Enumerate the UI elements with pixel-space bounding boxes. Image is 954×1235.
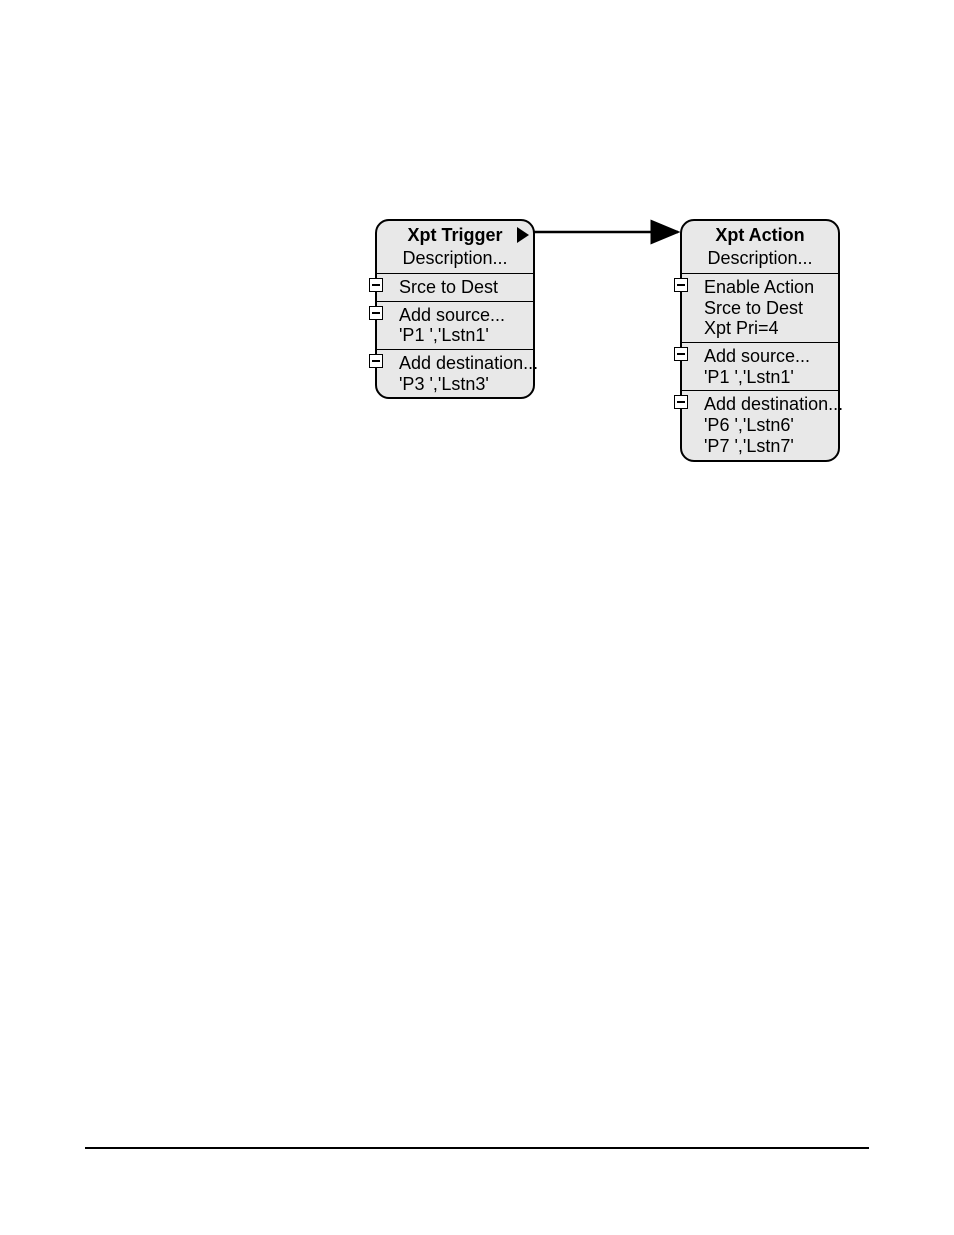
section-line: Xpt Pri=4 [704,318,832,339]
section-header: Add source... [399,305,527,326]
trigger-title-text: Xpt Trigger [407,225,502,245]
connector-arrow [0,0,954,1235]
collapse-toggle-icon[interactable] [674,347,688,361]
action-section-add-source[interactable]: Add source... 'P1 ','Lstn1' [682,342,838,390]
node-title: Xpt Trigger [377,221,533,248]
section-item: 'P1 ','Lstn1' [704,367,832,388]
trigger-section-add-source[interactable]: Add source... 'P1 ','Lstn1' [377,301,533,349]
section-item: 'P7 ','Lstn7' [704,436,832,457]
collapse-toggle-icon[interactable] [674,278,688,292]
footer-divider [85,1147,869,1149]
collapse-toggle-icon[interactable] [369,306,383,320]
xpt-action-node[interactable]: Xpt Action Description... Enable Action … [680,219,840,462]
section-item: 'P3 ','Lstn3' [399,374,527,395]
action-description[interactable]: Description... [682,248,838,273]
action-title-text: Xpt Action [715,225,804,245]
section-item: 'P6 ','Lstn6' [704,415,832,436]
diagram-canvas: Xpt Trigger Description... Srce to Dest … [0,0,954,1235]
collapse-toggle-icon[interactable] [369,278,383,292]
section-header: Add destination... [399,353,527,374]
action-section-enable[interactable]: Enable Action Srce to Dest Xpt Pri=4 [682,273,838,342]
section-line: Srce to Dest [704,298,832,319]
node-title: Xpt Action [682,221,838,248]
section-header: Add source... [704,346,832,367]
trigger-section-srce-to-dest[interactable]: Srce to Dest [377,273,533,301]
trigger-section-add-destination[interactable]: Add destination... 'P3 ','Lstn3' [377,349,533,397]
trigger-description[interactable]: Description... [377,248,533,273]
output-port-icon[interactable] [517,227,529,243]
section-line: Srce to Dest [399,277,527,298]
collapse-toggle-icon[interactable] [369,354,383,368]
section-header: Add destination... [704,394,832,415]
section-line: Enable Action [704,277,832,298]
collapse-toggle-icon[interactable] [674,395,688,409]
xpt-trigger-node[interactable]: Xpt Trigger Description... Srce to Dest … [375,219,535,399]
action-section-add-destination[interactable]: Add destination... 'P6 ','Lstn6' 'P7 ','… [682,390,838,459]
section-item: 'P1 ','Lstn1' [399,325,527,346]
